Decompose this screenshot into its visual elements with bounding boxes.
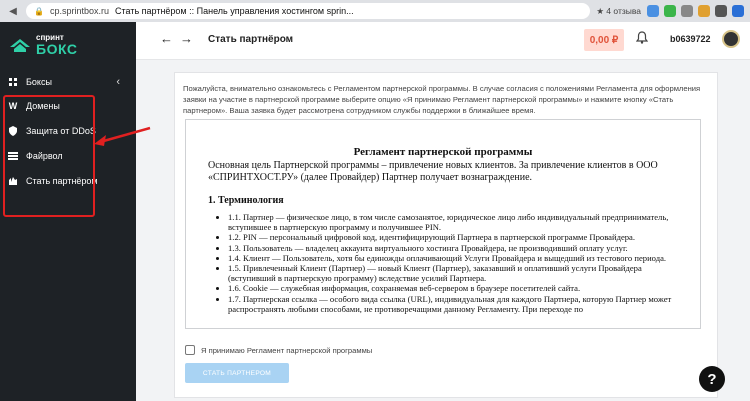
list-item: 1.6. Cookie — служебная информация, сохр… [228,283,690,293]
avatar[interactable] [722,30,740,48]
lock-icon: 🔒 [34,6,44,16]
help-button[interactable]: ? [699,366,725,392]
become-partner-button[interactable]: СТАТЬ ПАРТНЕРОМ [185,363,289,383]
reviews-badge[interactable]: ★ 4 отзыва [596,6,641,17]
page-title: Стать партнёром [208,34,294,45]
list-item: 1.3. Пользователь — владелец аккаунта ви… [228,243,690,253]
tab-title: Стать партнёром :: Панель управления хос… [115,6,354,16]
browser-toolbar: ◀ 🔒 cp.sprintbox.ru Стать партнёром :: П… [0,0,750,22]
top-bar: ← → Стать партнёром 0,00 ₽ b0639722 [136,22,750,60]
sidebar-item-label: Боксы [26,77,52,87]
agree-checkbox[interactable] [185,345,195,355]
agree-label: Я принимаю Регламент партнерской програм… [201,345,373,355]
sidebar-item-boxes[interactable]: Боксы ‹ [8,72,128,92]
extension-icon[interactable] [698,5,710,17]
document-paragraph: Основная цель Партнерской программы – пр… [208,160,658,183]
browser-back-icon[interactable]: ◀ [6,4,20,18]
balance-badge[interactable]: 0,00 ₽ [584,29,624,51]
list-item: 1.1. Партнер — физическое лицо, в том чи… [228,212,690,232]
extension-icon[interactable] [647,5,659,17]
document-heading: 1. Терминология [208,195,284,206]
annotation-highlight-box [3,95,95,217]
list-item: 1.4. Клиент — Пользователь, хотя бы един… [228,253,690,263]
logo[interactable]: спринт БОКС [10,34,77,56]
logo-line2: БОКС [36,41,78,57]
partner-card: Пожалуйста, внимательно ознакомьтесь с Р… [174,72,718,398]
extension-icon[interactable] [681,5,693,17]
annotation-arrow [94,126,151,146]
sidebar: спринт БОКС Боксы ‹ W Домены Защита от D… [0,22,136,401]
intro-text: Пожалуйста, внимательно ознакомьтесь с Р… [183,84,701,115]
extension-icon[interactable] [664,5,676,17]
agree-checkbox-row[interactable]: Я принимаю Регламент партнерской програм… [185,345,372,355]
regulations-document[interactable]: Регламент партнерской программы Основная… [185,119,701,329]
back-arrow-icon[interactable]: ← [160,31,173,46]
bell-icon[interactable] [635,31,649,47]
list-item: 1.5. Привлеченный Клиент (Партнер) — нов… [228,263,690,283]
boxes-icon [8,77,18,87]
list-item: 1.2. PIN — персональный цифровой код, ид… [228,232,690,242]
terms-list: 1.1. Партнер — физическое лицо, в том чи… [220,212,690,314]
extension-icon[interactable] [732,5,744,17]
collapse-sidebar-icon[interactable]: ‹ [116,76,120,88]
username[interactable]: b0639722 [670,34,711,44]
document-title: Регламент партнерской программы [353,146,533,158]
forward-arrow-icon[interactable]: → [180,31,193,46]
extensions-bar [647,5,744,17]
logo-icon [10,39,30,52]
extension-icon[interactable] [715,5,727,17]
list-item: 1.7. Партнерская ссылка — особого вида с… [228,294,690,314]
address-url: cp.sprintbox.ru [49,6,109,16]
address-bar[interactable]: 🔒 cp.sprintbox.ru Стать партнёром :: Пан… [26,3,591,19]
